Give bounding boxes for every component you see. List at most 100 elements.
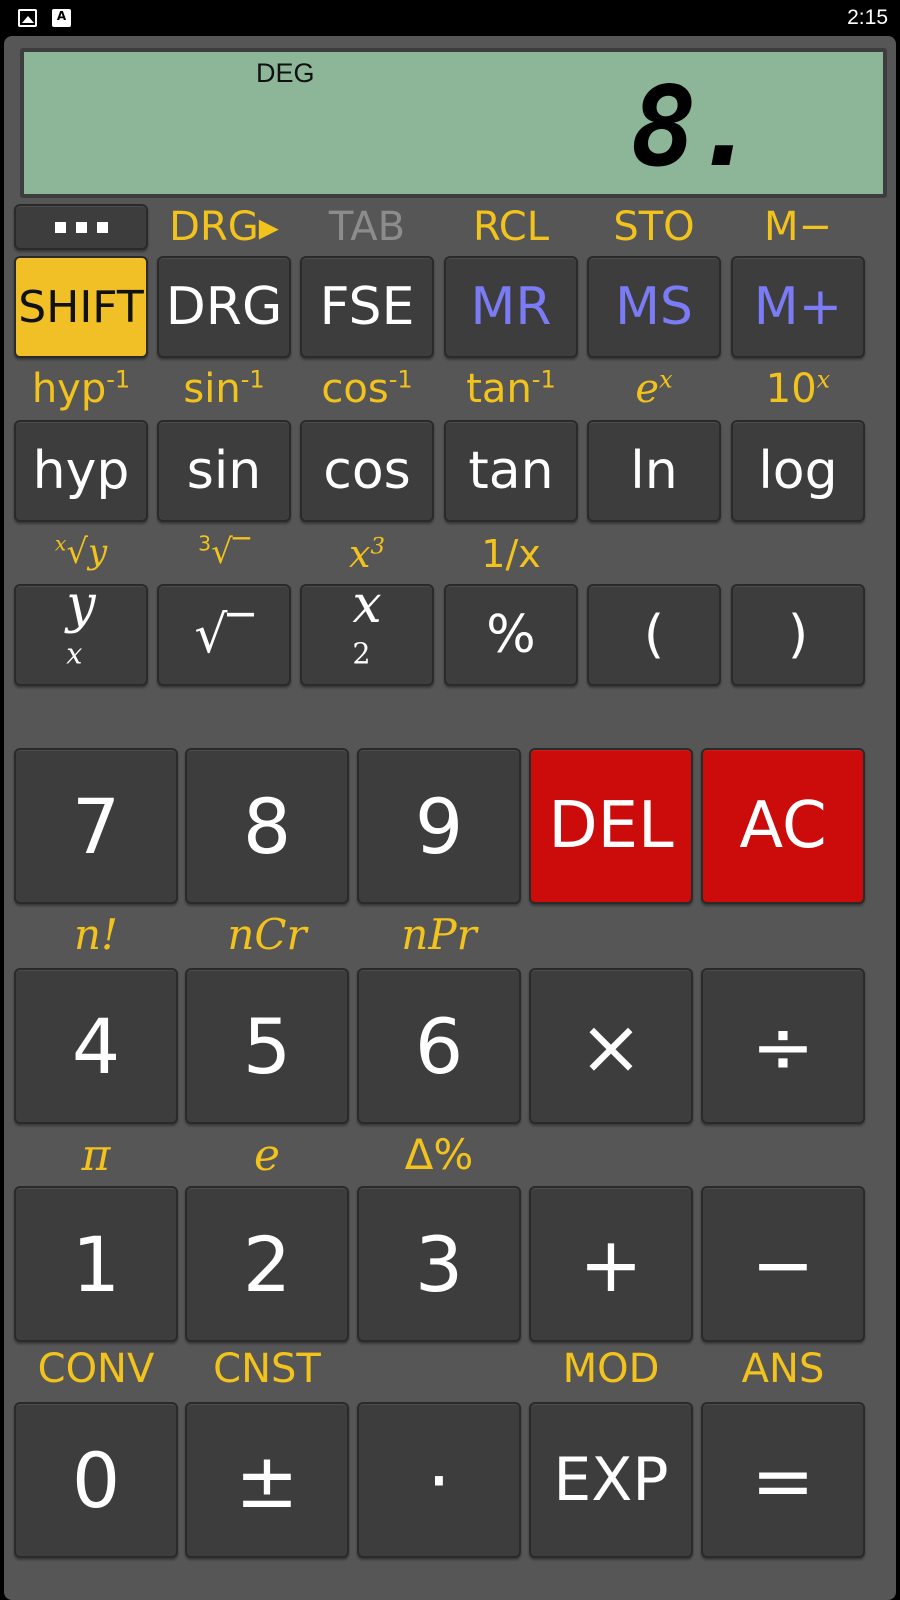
open-paren-label: ( xyxy=(643,605,665,665)
digit-3-button[interactable]: 3 xyxy=(357,1186,521,1342)
shift-label-hyp-inverse: hyp-1 xyxy=(31,365,131,412)
percent-label: % xyxy=(486,605,536,665)
shift-label-mod: MOD xyxy=(562,1346,660,1392)
shift-label-cos-inverse: cos-1 xyxy=(321,365,413,412)
delete-label: DEL xyxy=(548,789,674,863)
y-power-x-button[interactable]: yx xyxy=(14,575,148,686)
status-time: 2:15 xyxy=(847,6,888,29)
digit-0-button[interactable]: 0 xyxy=(14,1402,178,1558)
equals-button[interactable]: = xyxy=(701,1402,865,1558)
shift-label-sto: STO xyxy=(613,204,695,250)
ms-button-label: MS xyxy=(615,277,693,337)
shift-label-delta-percent: Δ% xyxy=(404,1130,474,1179)
decimal-point-button[interactable]: · xyxy=(357,1402,521,1558)
x-squared-label: x2 xyxy=(352,575,382,671)
drg-button[interactable]: DRG xyxy=(157,256,291,358)
decimal-point-icon: · xyxy=(426,1435,452,1525)
shift-label-drg-arrow: DRG▸ xyxy=(169,204,279,250)
sin-button[interactable]: sin xyxy=(157,420,291,522)
hyp-button[interactable]: hyp xyxy=(14,420,148,522)
digit-7-button[interactable]: 7 xyxy=(14,748,178,904)
drg-button-label: DRG xyxy=(165,277,283,337)
digit-1-button[interactable]: 1 xyxy=(14,1186,178,1342)
mr-button-label: MR xyxy=(470,277,552,337)
cos-button-label: cos xyxy=(323,441,411,501)
cos-button[interactable]: cos xyxy=(300,420,434,522)
shift-label-conv: CONV xyxy=(37,1346,155,1392)
log-button-label: log xyxy=(758,441,838,501)
exp-button[interactable]: EXP xyxy=(529,1402,693,1558)
digit-7-label: 7 xyxy=(71,781,121,871)
close-paren-label: ) xyxy=(787,605,809,665)
digit-2-button[interactable]: 2 xyxy=(185,1186,349,1342)
digit-5-label: 5 xyxy=(242,1001,292,1091)
x-squared-button[interactable]: x2 xyxy=(300,575,434,686)
plus-minus-icon: ± xyxy=(235,1435,299,1525)
all-clear-button[interactable]: AC xyxy=(701,748,865,904)
angle-mode-indicator: DEG xyxy=(256,58,315,88)
digit-4-button[interactable]: 4 xyxy=(14,968,178,1124)
shift-label-e: e xyxy=(253,1130,281,1181)
multiply-button[interactable]: × xyxy=(529,968,693,1124)
digit-5-button[interactable]: 5 xyxy=(185,968,349,1124)
multiply-icon: × xyxy=(579,1001,643,1091)
digit-6-button[interactable]: 6 xyxy=(357,968,521,1124)
exp-label: EXP xyxy=(553,1445,669,1515)
log-button[interactable]: log xyxy=(731,420,865,522)
shift-label-tab: TAB xyxy=(328,204,406,250)
close-paren-button[interactable]: ) xyxy=(731,584,865,686)
digit-9-button[interactable]: 9 xyxy=(357,748,521,904)
calculator-panel: DEG 8. DRG▸ TAB RCL STO M− SHIFT DRG FSE… xyxy=(4,36,896,1600)
plus-icon: + xyxy=(579,1219,643,1309)
shift-label-ans: ANS xyxy=(741,1346,825,1392)
digit-3-label: 3 xyxy=(414,1219,464,1309)
plus-minus-button[interactable]: ± xyxy=(185,1402,349,1558)
equals-icon: = xyxy=(751,1435,815,1525)
more-dots-icon xyxy=(54,221,108,233)
digit-4-label: 4 xyxy=(71,1001,121,1091)
shift-label-factorial: n! xyxy=(74,910,118,959)
subtract-button[interactable]: − xyxy=(701,1186,865,1342)
mr-button[interactable]: MR xyxy=(444,256,578,358)
ln-button[interactable]: ln xyxy=(587,420,721,522)
ln-button-label: ln xyxy=(630,441,678,501)
shift-label-x-cubed: x3 xyxy=(349,532,385,576)
display-value: 8. xyxy=(630,63,759,191)
square-root-button[interactable]: √‾ xyxy=(157,584,291,686)
digit-6-label: 6 xyxy=(414,1001,464,1091)
hyp-button-label: hyp xyxy=(32,441,130,501)
divide-icon: ÷ xyxy=(751,1001,815,1091)
shift-label-sin-inverse: sin-1 xyxy=(183,365,265,412)
shift-label-cube-root: 3√‾ xyxy=(198,531,250,572)
shift-label-m-minus: M− xyxy=(763,204,833,250)
sin-button-label: sin xyxy=(186,441,262,501)
digit-8-button[interactable]: 8 xyxy=(185,748,349,904)
percent-button[interactable]: % xyxy=(444,584,578,686)
shift-button[interactable]: SHIFT xyxy=(14,256,148,358)
shift-label-e-power-x: ex xyxy=(635,365,673,412)
m-plus-button[interactable]: M+ xyxy=(731,256,865,358)
menu-button[interactable] xyxy=(14,204,148,250)
tan-button[interactable]: tan xyxy=(444,420,578,522)
shift-label-ten-power-x: 10x xyxy=(765,365,831,412)
digit-2-label: 2 xyxy=(242,1219,292,1309)
image-icon xyxy=(18,9,37,27)
fse-button-label: FSE xyxy=(319,277,415,337)
add-button[interactable]: + xyxy=(529,1186,693,1342)
delete-button[interactable]: DEL xyxy=(529,748,693,904)
divide-button[interactable]: ÷ xyxy=(701,968,865,1124)
shift-label-ncr: nCr xyxy=(227,910,307,959)
tan-button-label: tan xyxy=(468,441,554,501)
open-paren-button[interactable]: ( xyxy=(587,584,721,686)
text-a-icon: A xyxy=(52,9,71,27)
status-bar: A 2:15 xyxy=(0,0,900,36)
digit-8-label: 8 xyxy=(242,781,292,871)
ms-button[interactable]: MS xyxy=(587,256,721,358)
shift-label-npr: nPr xyxy=(401,910,477,959)
fse-button[interactable]: FSE xyxy=(300,256,434,358)
minus-icon: − xyxy=(751,1219,815,1309)
shift-label-x-root-y: x√y xyxy=(54,531,108,572)
m-plus-button-label: M+ xyxy=(753,277,843,337)
square-root-icon: √‾ xyxy=(194,605,254,665)
digit-0-label: 0 xyxy=(71,1435,121,1525)
